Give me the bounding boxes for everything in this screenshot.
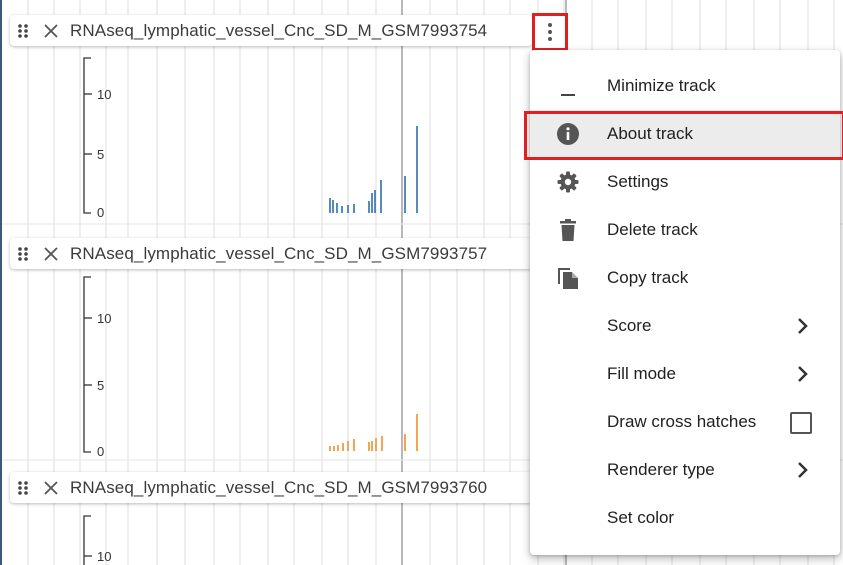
track-header-3: RNAseq_lymphatic_vessel_Cnc_SD_M_GSM7993…	[10, 472, 532, 503]
menu-item-copy-track[interactable]: Copy track	[530, 254, 840, 302]
trash-icon	[556, 218, 580, 242]
more-vert-icon	[548, 23, 552, 41]
track-header-1: RNAseq_lymphatic_vessel_Cnc_SD_M_GSM7993…	[10, 15, 532, 46]
drag-handle-icon[interactable]	[12, 243, 34, 265]
track-3-tick-10: 10	[97, 549, 111, 564]
menu-item-settings[interactable]: Settings	[530, 158, 840, 206]
copy-icon	[556, 266, 580, 290]
track-menu-button[interactable]	[532, 13, 568, 51]
drag-handle-icon[interactable]	[12, 477, 34, 499]
close-icon[interactable]	[40, 20, 62, 42]
menu-item-set-color[interactable]: Set color	[530, 494, 840, 542]
chevron-right-icon	[790, 362, 814, 386]
gear-icon	[556, 170, 580, 194]
menu-item-delete-track[interactable]: Delete track	[530, 206, 840, 254]
genome-browser-view: 10 5 0 10 5 0 10 RNAseq_lymphatic_vessel…	[0, 0, 843, 565]
minimize-icon	[556, 74, 580, 98]
drag-handle-icon[interactable]	[12, 20, 34, 42]
track-name: RNAseq_lymphatic_vessel_Cnc_SD_M_GSM7993…	[70, 477, 488, 497]
track-name: RNAseq_lymphatic_vessel_Cnc_SD_M_GSM7993…	[70, 243, 488, 263]
close-icon[interactable]	[40, 243, 62, 265]
about-track-highlight	[524, 111, 843, 160]
chevron-right-icon	[790, 314, 814, 338]
menu-item-renderer-type[interactable]: Renderer type	[530, 446, 840, 494]
track-header-2: RNAseq_lymphatic_vessel_Cnc_SD_M_GSM7993…	[10, 238, 532, 269]
chevron-right-icon	[790, 458, 814, 482]
track-name: RNAseq_lymphatic_vessel_Cnc_SD_M_GSM7993…	[70, 20, 488, 40]
menu-item-fill-mode[interactable]: Fill mode	[530, 350, 840, 398]
menu-item-minimize-track[interactable]: Minimize track	[530, 62, 840, 110]
menu-item-score[interactable]: Score	[530, 302, 840, 350]
cross-hatches-checkbox[interactable]	[790, 412, 812, 434]
menu-item-draw-cross-hatches[interactable]: Draw cross hatches	[530, 398, 840, 446]
close-icon[interactable]	[40, 477, 62, 499]
